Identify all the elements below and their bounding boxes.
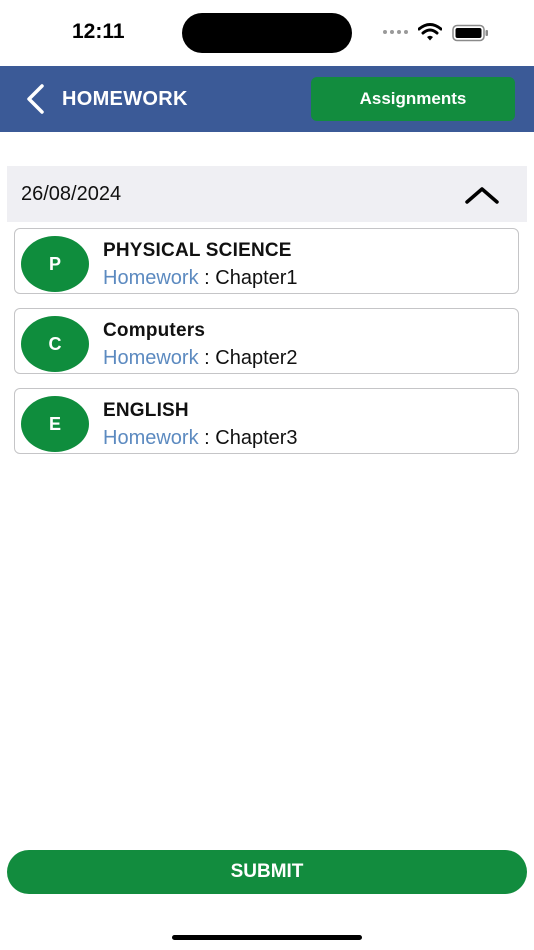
date-label: 26/08/2024 [21, 183, 122, 205]
wifi-icon [418, 23, 442, 41]
homework-label: Homework [103, 267, 199, 289]
status-bar: 12:11 [0, 0, 534, 66]
chapter-name: Chapter1 [215, 267, 298, 289]
homework-label: Homework [103, 427, 199, 449]
homework-detail: Homework : Chapter3 [103, 427, 298, 450]
date-section-header[interactable]: 26/08/2024 [7, 166, 527, 222]
subject-name: ENGLISH [103, 400, 189, 421]
subject-name: PHYSICAL SCIENCE [103, 240, 292, 261]
homework-separator: : [198, 267, 216, 289]
homework-label: Homework [103, 347, 199, 369]
subject-avatar: C [21, 316, 89, 372]
homework-item[interactable]: C Computers Homework : Chapter2 [14, 308, 519, 374]
homework-item[interactable]: P PHYSICAL SCIENCE Homework : Chapter1 [14, 228, 519, 294]
subject-name: Computers [103, 320, 206, 341]
chapter-name: Chapter2 [215, 347, 298, 369]
chevron-up-icon[interactable] [464, 184, 500, 206]
chevron-left-icon [27, 84, 44, 114]
status-time: 12:11 [72, 20, 125, 43]
back-button[interactable] [20, 80, 56, 118]
submit-button[interactable]: SUBMIT [7, 850, 527, 894]
subject-avatar: P [21, 236, 89, 292]
page-title: HOMEWORK [62, 88, 188, 110]
cellular-signal-icon [383, 30, 408, 34]
assignments-button[interactable]: Assignments [311, 77, 515, 121]
homework-separator: : [198, 427, 216, 449]
homework-separator: : [198, 347, 216, 369]
home-indicator [172, 935, 362, 940]
subject-avatar: E [21, 396, 89, 452]
battery-icon [452, 24, 488, 42]
app-header: HOMEWORK Assignments [0, 66, 534, 132]
dynamic-island [182, 13, 352, 53]
homework-detail: Homework : Chapter1 [103, 267, 298, 290]
homework-item[interactable]: E ENGLISH Homework : Chapter3 [14, 388, 519, 454]
homework-detail: Homework : Chapter2 [103, 347, 298, 370]
chapter-name: Chapter3 [215, 427, 298, 449]
